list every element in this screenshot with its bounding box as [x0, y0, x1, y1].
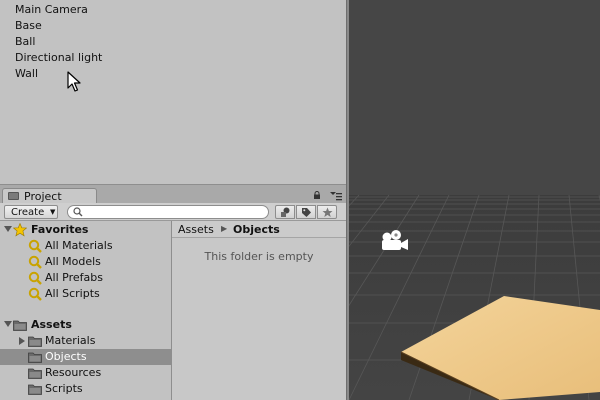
- magnifier-icon: [28, 255, 42, 269]
- breadcrumb-separator-icon: ▶: [221, 224, 228, 233]
- tree-item-label: Materials: [45, 334, 96, 347]
- search-input[interactable]: [86, 206, 264, 218]
- search-icon: [73, 207, 83, 217]
- collapsed-arrow-icon[interactable]: [19, 337, 25, 345]
- magnifier-icon: [28, 287, 42, 301]
- tab-project-label: Project: [24, 190, 62, 203]
- shapes-icon: [281, 207, 290, 217]
- folder-icon: [28, 336, 42, 347]
- folder-icon: [28, 384, 42, 395]
- mouse-cursor-icon: [67, 71, 81, 92]
- tree-folder-resources[interactable]: Resources: [0, 365, 171, 381]
- tree-item-all-materials[interactable]: All Materials: [0, 238, 171, 254]
- tag-icon: [302, 208, 311, 217]
- tree-item-label: Objects: [45, 350, 87, 363]
- tree-assets[interactable]: Assets: [0, 317, 171, 333]
- tree-item-label: Scripts: [45, 382, 83, 395]
- search-by-label-button[interactable]: [296, 205, 316, 219]
- tree-favorites-label: Favorites: [31, 223, 89, 236]
- dropdown-arrow-icon: ▼: [50, 208, 56, 216]
- tree-favorites[interactable]: Favorites: [0, 222, 171, 238]
- tree-item-all-prefabs[interactable]: All Prefabs: [0, 270, 171, 286]
- hierarchy-item-wall[interactable]: Wall: [15, 66, 38, 82]
- star-outline-icon: [322, 207, 333, 217]
- project-tab-bar: Project: [0, 184, 346, 204]
- hierarchy-item-main-camera[interactable]: Main Camera: [15, 2, 88, 18]
- folder-contents: Assets ▶ Objects This folder is empty: [172, 221, 346, 400]
- magnifier-icon: [28, 239, 42, 253]
- magnifier-icon: [28, 271, 42, 285]
- create-button-label: Create: [11, 207, 45, 218]
- folder-tree: Favorites All Materials All Models All P…: [0, 221, 171, 400]
- search-field[interactable]: [67, 205, 269, 219]
- tree-item-label: Resources: [45, 366, 102, 379]
- empty-folder-message: This folder is empty: [204, 250, 314, 263]
- folder-icon: [28, 352, 42, 363]
- project-panel: Project Create ▼ Favorites All Materials…: [0, 184, 346, 400]
- hierarchy-item-base[interactable]: Base: [15, 18, 42, 34]
- panel-menu-icon[interactable]: [330, 191, 342, 201]
- hierarchy-item-ball[interactable]: Ball: [15, 34, 35, 50]
- folder-icon: [13, 320, 27, 331]
- hierarchy-panel: Main Camera Base Ball Directional light …: [0, 0, 346, 184]
- tree-item-all-models[interactable]: All Models: [0, 254, 171, 270]
- tree-item-label: All Prefabs: [45, 271, 103, 284]
- scene-canvas[interactable]: [349, 0, 600, 400]
- create-button[interactable]: Create ▼: [4, 205, 58, 219]
- scene-view[interactable]: [349, 0, 600, 400]
- hierarchy-item-directional-light[interactable]: Directional light: [15, 50, 102, 66]
- folder-icon: [28, 368, 42, 379]
- star-icon: [13, 223, 27, 237]
- breadcrumb-assets[interactable]: Assets: [178, 222, 214, 237]
- save-search-button[interactable]: [317, 205, 337, 219]
- expand-arrow-icon[interactable]: [4, 226, 12, 232]
- tree-assets-label: Assets: [31, 318, 72, 331]
- tree-folder-scripts[interactable]: Scripts: [0, 381, 171, 397]
- project-toolbar: Create ▼: [0, 203, 346, 221]
- project-folder-icon: [8, 192, 19, 200]
- lock-icon[interactable]: [313, 191, 321, 199]
- tree-item-label: All Scripts: [45, 287, 100, 300]
- tab-project[interactable]: Project: [2, 188, 97, 204]
- search-by-type-button[interactable]: [275, 205, 295, 219]
- tree-folder-objects[interactable]: Objects: [0, 349, 171, 365]
- tree-folder-materials[interactable]: Materials: [0, 333, 171, 349]
- breadcrumb: Assets ▶ Objects: [172, 221, 346, 238]
- tree-item-all-scripts[interactable]: All Scripts: [0, 286, 171, 302]
- tree-item-label: All Materials: [45, 239, 113, 252]
- breadcrumb-objects[interactable]: Objects: [233, 222, 280, 237]
- tree-item-label: All Models: [45, 255, 101, 268]
- expand-arrow-icon[interactable]: [4, 321, 12, 327]
